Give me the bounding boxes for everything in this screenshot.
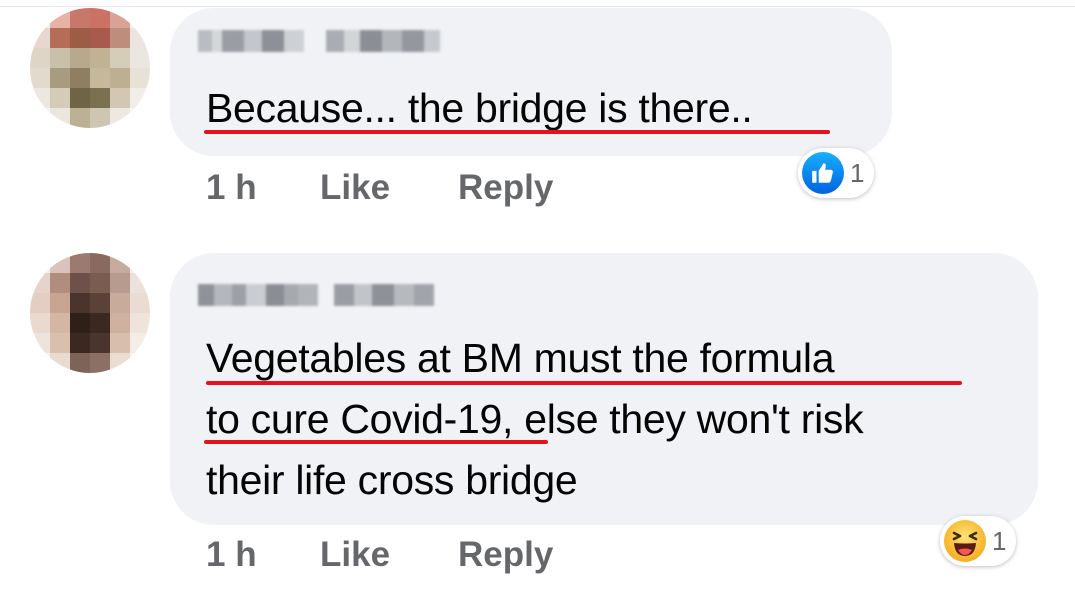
timestamp-link[interactable]: 1 h: [206, 168, 320, 208]
red-underline-annotation: [204, 130, 830, 134]
author-name-blurred[interactable]: [198, 284, 434, 306]
red-underline-annotation: [206, 381, 962, 385]
comment-actions: 1 h Like Reply: [206, 530, 553, 580]
avatar[interactable]: [30, 253, 150, 373]
reply-button[interactable]: Reply: [458, 168, 553, 208]
laughing-face-icon: [944, 520, 986, 562]
thumbs-up-icon: [802, 152, 844, 194]
like-button[interactable]: Like: [320, 535, 458, 575]
divider: [0, 6, 1075, 7]
red-underline-annotation: [204, 440, 548, 444]
comment-text-line: Vegetables at BM must the formula: [206, 335, 835, 381]
author-name-blurred[interactable]: [198, 30, 440, 52]
like-button[interactable]: Like: [320, 168, 458, 208]
reaction-count: 1: [850, 157, 865, 188]
avatar[interactable]: [30, 8, 150, 128]
comment-bubble: Vegetables at BM must the formula to cur…: [170, 253, 1038, 525]
avatar-pixelated-image: [30, 253, 150, 373]
comment-text-line: their life cross bridge: [206, 457, 578, 503]
avatar-pixelated-image: [30, 8, 150, 128]
reply-button[interactable]: Reply: [458, 535, 553, 575]
reaction-summary[interactable]: 1: [798, 148, 875, 198]
comment-actions: 1 h Like Reply: [206, 163, 553, 213]
reaction-summary[interactable]: 1: [940, 516, 1017, 566]
reaction-count: 1: [992, 525, 1007, 556]
timestamp-link[interactable]: 1 h: [206, 535, 320, 575]
